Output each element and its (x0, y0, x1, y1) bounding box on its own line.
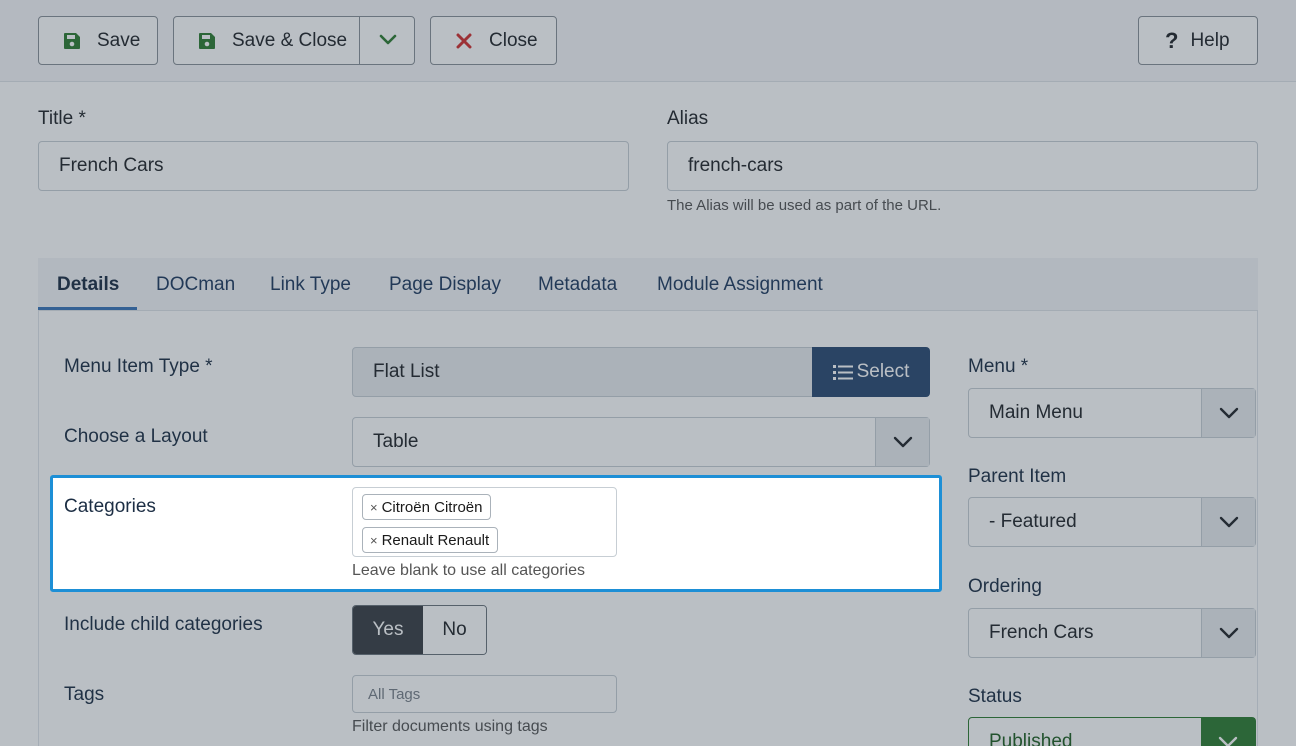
categories-label: Categories (64, 496, 156, 517)
close-label: Close (489, 29, 538, 51)
tab-page-display[interactable]: Page Display (389, 258, 501, 311)
save-button[interactable]: Save (38, 16, 158, 65)
menu-label: Menu * (968, 356, 1029, 377)
alias-hint: The Alias will be used as part of the UR… (667, 197, 942, 214)
floppy-disk-icon (61, 30, 83, 52)
floppy-disk-icon (196, 30, 218, 52)
include-child-categories-toggle: Yes No (352, 605, 487, 655)
x-icon (453, 30, 475, 52)
status-value: Published (989, 731, 1073, 746)
parent-item-select[interactable]: - Featured (968, 497, 1256, 547)
help-label: Help (1190, 29, 1230, 51)
title-input[interactable]: French Cars (38, 141, 629, 191)
category-chip: × Citroën Citroën (362, 494, 492, 520)
chevron-down-icon (875, 418, 929, 466)
tags-hint: Filter documents using tags (352, 718, 548, 735)
alias-label: Alias (667, 108, 709, 129)
remove-chip-icon[interactable]: × (370, 533, 378, 548)
question-mark-icon: ? (1165, 27, 1179, 53)
menu-item-type-value: Flat List (352, 347, 813, 397)
parent-item-label: Parent Item (968, 466, 1067, 487)
tags-label: Tags (64, 684, 105, 705)
menu-item-type-label: Menu Item Type * (64, 356, 213, 377)
layout-label: Choose a Layout (64, 426, 208, 447)
tab-link-type[interactable]: Link Type (270, 258, 351, 311)
ordering-value: French Cars (989, 622, 1094, 643)
chevron-down-icon (1201, 718, 1255, 746)
category-chip-label: Renault Renault (381, 531, 490, 549)
tab-details[interactable]: Details (57, 258, 119, 311)
close-button[interactable]: Close (430, 16, 557, 65)
select-menu-item-type-button[interactable]: Select (812, 347, 930, 397)
save-and-close-button[interactable]: Save & Close (173, 16, 415, 65)
tab-metadata[interactable]: Metadata (538, 258, 617, 311)
tags-input[interactable]: All Tags (352, 675, 617, 713)
chevron-down-icon (1201, 609, 1255, 657)
save-label: Save (97, 29, 141, 51)
save-and-close-label: Save & Close (232, 29, 348, 51)
tab-docman[interactable]: DOCman (156, 258, 235, 311)
save-options-dropdown-toggle[interactable] (359, 17, 415, 64)
parent-item-value: - Featured (989, 511, 1077, 532)
tab-module-assignment[interactable]: Module Assignment (657, 258, 823, 311)
status-select[interactable]: Published (968, 717, 1256, 746)
menu-select[interactable]: Main Menu (968, 388, 1256, 438)
list-icon (832, 363, 853, 381)
menu-value: Main Menu (989, 402, 1083, 423)
category-chip: × Renault Renault (362, 527, 499, 553)
select-button-label: Select (856, 361, 910, 382)
layout-select[interactable]: Table (352, 417, 930, 467)
layout-value: Table (373, 431, 419, 452)
title-label: Title * (38, 108, 86, 129)
chevron-down-icon (379, 30, 397, 52)
yes-option[interactable]: Yes (353, 606, 423, 654)
ordering-select[interactable]: French Cars (968, 608, 1256, 658)
active-tab-indicator (38, 307, 137, 310)
categories-hint: Leave blank to use all categories (352, 562, 586, 579)
remove-chip-icon[interactable]: × (370, 500, 378, 515)
category-chip-label: Citroën Citroën (381, 498, 483, 516)
categories-multiselect[interactable]: × Citroën Citroën × Renault Renault (352, 487, 617, 557)
chevron-down-icon (1201, 498, 1255, 546)
alias-input[interactable]: french-cars (667, 141, 1258, 191)
no-option[interactable]: No (423, 606, 486, 654)
help-button[interactable]: ? Help (1138, 16, 1258, 65)
chevron-down-icon (1201, 389, 1255, 437)
include-child-categories-label: Include child categories (64, 614, 263, 635)
ordering-label: Ordering (968, 576, 1042, 597)
status-label: Status (968, 686, 1022, 707)
toolbar: Save Save & Close Close ? Help (0, 0, 1296, 82)
